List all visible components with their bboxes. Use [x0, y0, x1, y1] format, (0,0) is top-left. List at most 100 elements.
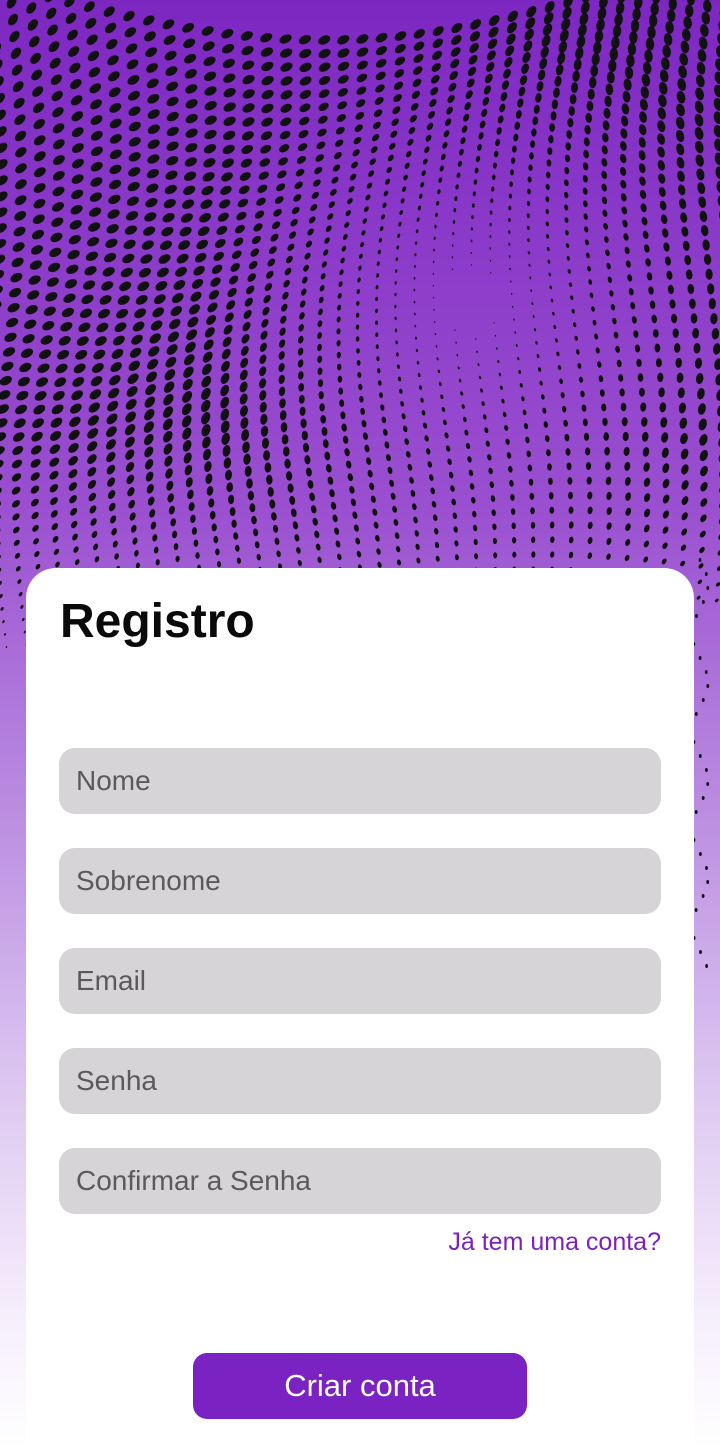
halftone-dot	[6, 0, 17, 9]
first-name-input[interactable]	[59, 748, 661, 814]
halftone-dot	[298, 323, 304, 332]
halftone-dot	[426, 122, 434, 131]
halftone-dot	[479, 120, 486, 129]
halftone-dot	[696, 595, 701, 600]
halftone-dot	[542, 407, 547, 414]
halftone-dot	[393, 81, 404, 90]
halftone-dot	[362, 218, 368, 224]
halftone-dot	[70, 95, 83, 106]
email-input[interactable]	[59, 948, 661, 1014]
halftone-dot	[13, 418, 26, 429]
halftone-dot	[495, 138, 501, 147]
halftone-dot	[201, 412, 211, 425]
halftone-dot	[461, 125, 468, 133]
halftone-dot	[144, 212, 157, 222]
halftone-dot	[47, 24, 58, 36]
halftone-dot	[305, 467, 312, 477]
halftone-dot	[696, 168, 705, 181]
halftone-dot	[324, 237, 330, 244]
halftone-dot	[30, 445, 42, 455]
halftone-dot	[70, 78, 82, 90]
halftone-dot	[268, 246, 277, 255]
halftone-dot	[28, 275, 41, 285]
halftone-dot	[531, 302, 534, 305]
halftone-dot	[71, 127, 84, 138]
halftone-dot	[231, 519, 237, 528]
halftone-dot	[449, 71, 458, 80]
halftone-dot	[697, 182, 706, 195]
halftone-dot	[417, 373, 421, 378]
password-input[interactable]	[59, 1048, 661, 1114]
halftone-dot	[153, 546, 159, 554]
halftone-dot	[417, 205, 422, 211]
halftone-dot	[90, 376, 103, 387]
halftone-dot	[297, 560, 302, 567]
halftone-dot	[605, 249, 610, 257]
halftone-dot	[490, 198, 494, 204]
halftone-dot	[582, 187, 588, 195]
halftone-dot	[585, 461, 592, 471]
halftone-dot	[450, 47, 461, 57]
halftone-dot	[494, 334, 497, 337]
halftone-dot	[106, 464, 116, 475]
halftone-dot	[619, 388, 625, 397]
halftone-dot	[565, 242, 570, 249]
halftone-dot	[360, 241, 365, 248]
halftone-dot	[501, 80, 510, 90]
halftone-dot	[207, 302, 218, 313]
halftone-dot	[129, 512, 136, 521]
halftone-dot	[507, 10, 519, 22]
halftone-dot	[293, 194, 302, 202]
halftone-dot	[549, 123, 555, 132]
halftone-dot	[120, 267, 133, 278]
halftone-dot	[201, 26, 214, 36]
halftone-dot	[549, 506, 555, 514]
halftone-dot	[655, 358, 662, 368]
create-account-button[interactable]: Criar conta	[193, 1353, 527, 1419]
halftone-dot	[289, 495, 296, 505]
halftone-dot	[414, 530, 419, 537]
halftone-dot	[261, 437, 270, 449]
halftone-dot	[132, 537, 138, 545]
halftone-dot	[0, 580, 2, 586]
halftone-dot	[397, 376, 402, 382]
halftone-dot	[202, 363, 212, 376]
halftone-dot	[657, 133, 666, 145]
halftone-dot	[502, 411, 507, 418]
halftone-dot	[333, 151, 342, 160]
halftone-dot	[681, 528, 688, 536]
halftone-dot	[396, 245, 400, 250]
halftone-dot	[699, 210, 708, 223]
halftone-dot	[580, 390, 585, 398]
halftone-dot	[501, 398, 505, 404]
halftone-dot	[260, 425, 269, 437]
halftone-dot	[366, 182, 373, 189]
halftone-dot	[658, 387, 665, 398]
halftone-dot	[535, 93, 542, 103]
halftone-dot	[341, 423, 347, 432]
halftone-dot	[471, 215, 474, 220]
confirm-password-input[interactable]	[59, 1148, 661, 1214]
halftone-dot	[125, 43, 138, 54]
halftone-dot	[358, 253, 363, 259]
halftone-dot	[694, 113, 704, 127]
login-link[interactable]: Já tem uma conta?	[448, 1226, 661, 1258]
halftone-dot	[167, 493, 174, 503]
halftone-dot	[201, 424, 211, 437]
halftone-dot	[214, 238, 226, 248]
halftone-dot	[405, 150, 412, 158]
halftone-dot	[361, 419, 367, 428]
last-name-input[interactable]	[59, 848, 661, 914]
halftone-dot	[456, 353, 459, 357]
halftone-dot	[149, 509, 156, 518]
halftone-dot	[319, 403, 325, 412]
halftone-dot	[575, 349, 580, 355]
halftone-dot	[531, 551, 536, 558]
halftone-dot	[620, 179, 627, 189]
halftone-dot	[430, 87, 439, 96]
halftone-dot	[698, 754, 702, 758]
halftone-dot	[51, 217, 64, 227]
halftone-dot	[357, 371, 362, 378]
halftone-dot	[704, 572, 708, 576]
halftone-dot	[272, 524, 279, 533]
